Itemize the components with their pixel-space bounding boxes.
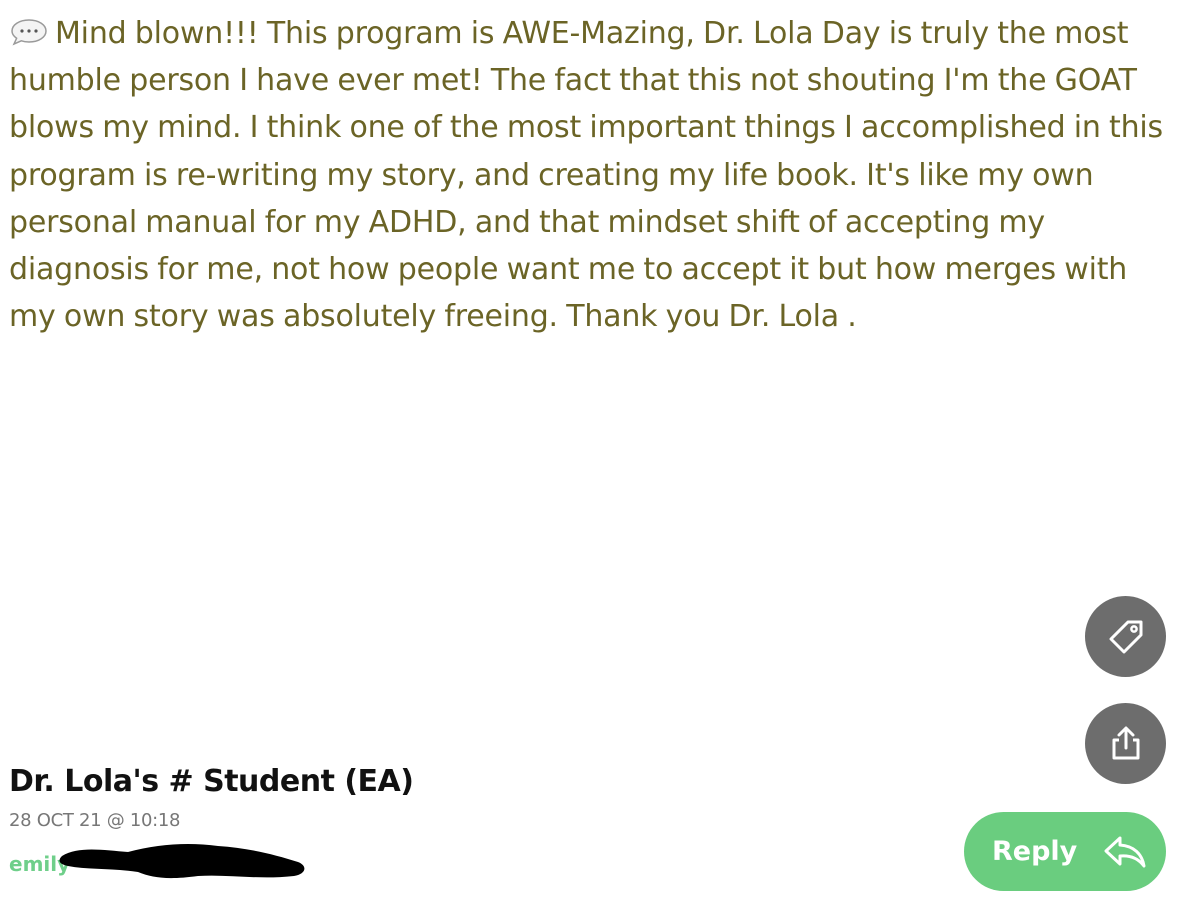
post-timestamp: 28 OCT 21 @ 10:18 (9, 810, 181, 831)
reply-label: Reply (992, 836, 1078, 867)
speech-bubble-icon (11, 19, 47, 46)
share-icon (1112, 726, 1139, 759)
author-name: Dr. Lola's # Student (EA) (9, 764, 414, 799)
reply-arrow-icon (1104, 836, 1146, 867)
message-text: Mind blown!!! This program is AWE-Mazing… (9, 10, 1179, 340)
redaction-mark (59, 844, 305, 879)
share-button[interactable] (1085, 703, 1166, 784)
message-body: Mind blown!!! This program is AWE-Mazing… (9, 16, 1163, 335)
reply-button[interactable]: Reply (964, 812, 1166, 891)
tag-icon (1109, 620, 1142, 653)
tag-button[interactable] (1085, 596, 1166, 677)
